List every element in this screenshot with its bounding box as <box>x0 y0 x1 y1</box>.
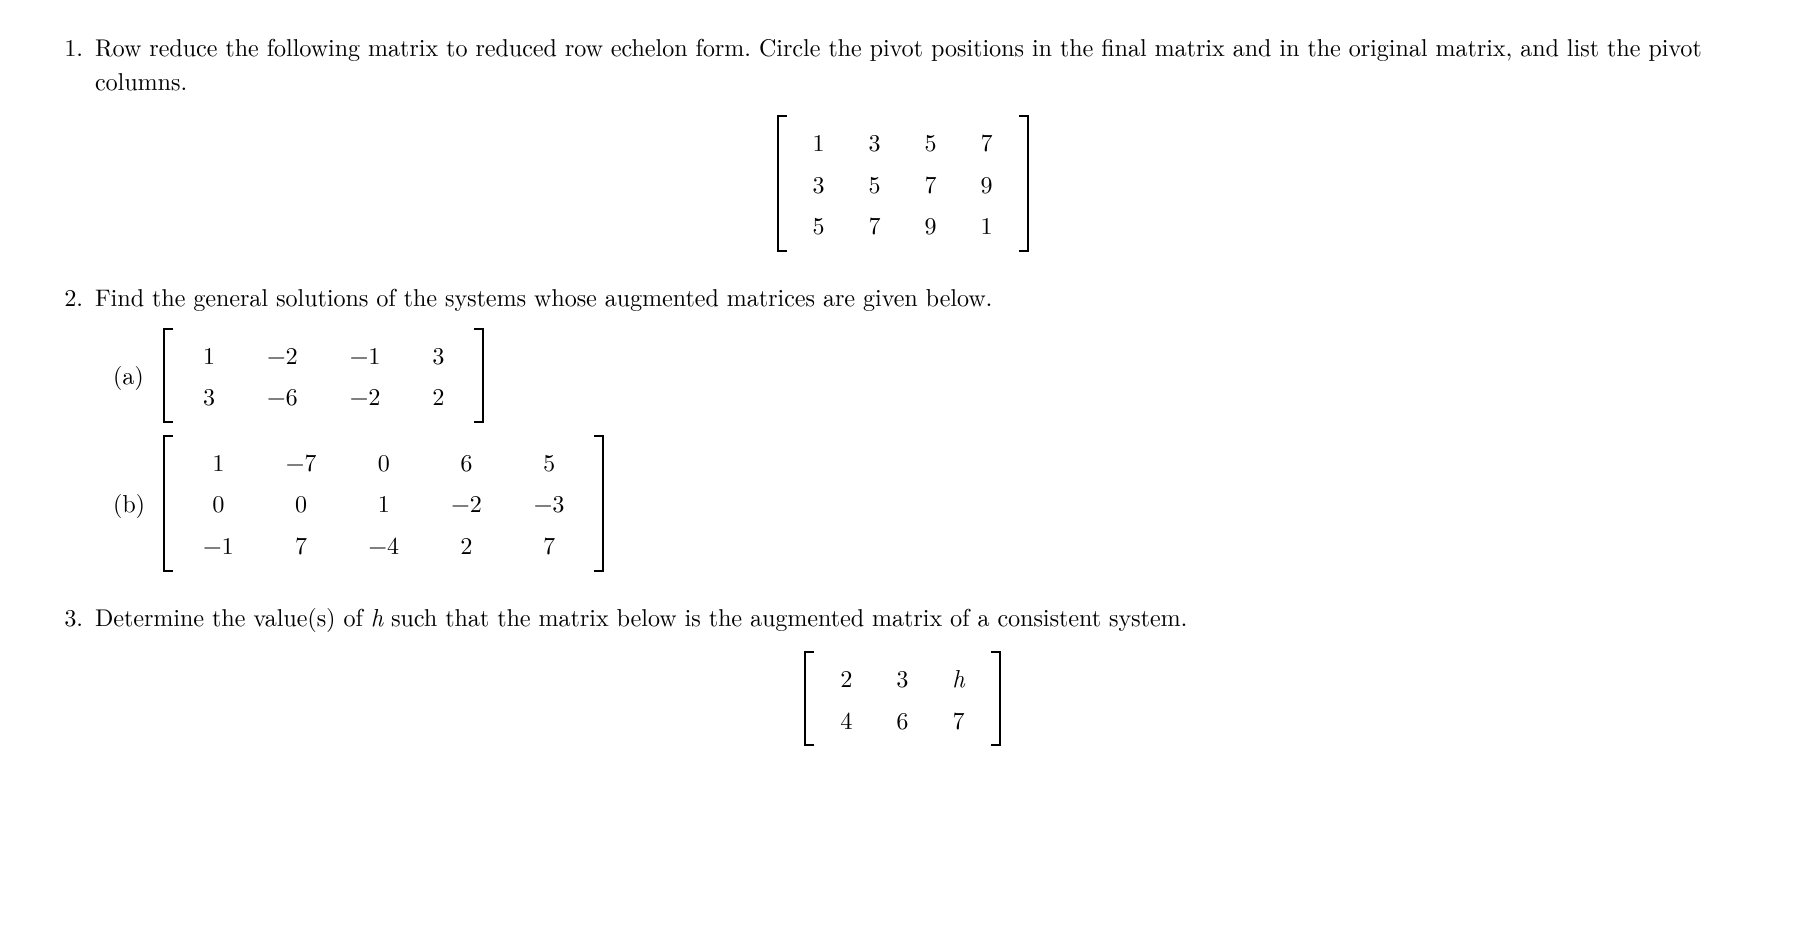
problem-3-text-pre: Determine the value(s) of <box>95 599 371 633</box>
matrix-cell: h <box>930 657 986 699</box>
subpart-b-label: (b) <box>113 486 163 520</box>
subpart-b: (b) 1 −7 0 6 5 0 0 1 −2 <box>68 435 1755 572</box>
matrix-row: 4 6 7 <box>818 699 986 741</box>
problem-2-header: 2. Find the general solutions of the sys… <box>50 280 1755 314</box>
matrix-row: 5 7 9 1 <box>791 204 1015 246</box>
problem-3-text: Determine the value(s) of h such that th… <box>95 600 1755 634</box>
matrix-cell: −6 <box>241 375 324 417</box>
matrix-cell: 5 <box>791 204 847 246</box>
problem-3-matrix: 2 3 h 4 6 7 <box>804 651 1000 746</box>
matrix-cell: 1 <box>177 441 260 483</box>
matrix-cell: −2 <box>324 375 407 417</box>
matrix-cell: −2 <box>425 482 508 524</box>
bracket-right-icon <box>594 435 604 572</box>
problem-2-text: Find the general solutions of the system… <box>95 280 1755 314</box>
matrix-cell: 0 <box>177 482 260 524</box>
problem-3-header: 3. Determine the value(s) of h such that… <box>50 600 1755 634</box>
matrix-cell: 3 <box>791 163 847 205</box>
matrix-cell: 5 <box>508 441 591 483</box>
bracket-left-icon <box>804 651 814 746</box>
matrix-cell: 7 <box>930 699 986 741</box>
matrix-cell: 1 <box>959 204 1015 246</box>
matrix-row: −1 7 −4 2 7 <box>177 524 590 566</box>
subpart-a: (a) 1 −2 −1 3 3 −6 −2 2 <box>68 328 1755 423</box>
matrix-cell: 3 <box>847 121 903 163</box>
problem-2: 2. Find the general solutions of the sys… <box>50 280 1755 572</box>
matrix-row: 3 5 7 9 <box>791 163 1015 205</box>
matrix-body: 2 3 h 4 6 7 <box>814 651 990 746</box>
matrix-cell: 7 <box>508 524 591 566</box>
problem-3-matrix-container: 2 3 h 4 6 7 <box>50 651 1755 746</box>
problem-3-variable: h <box>371 599 383 633</box>
matrix-cell: 3 <box>406 334 470 376</box>
matrix-cell: −2 <box>241 334 324 376</box>
matrix-cell: 0 <box>342 441 425 483</box>
matrix-cell: 3 <box>874 657 930 699</box>
bracket-left-icon <box>777 115 787 252</box>
matrix-cell: 0 <box>260 482 343 524</box>
problem-1-matrix: 1 3 5 7 3 5 7 9 5 7 9 1 <box>777 115 1029 252</box>
matrix-cell: 5 <box>903 121 959 163</box>
matrix-cell: −3 <box>508 482 591 524</box>
bracket-left-icon <box>163 328 173 423</box>
problem-2-subparts: (a) 1 −2 −1 3 3 −6 −2 2 <box>50 328 1755 572</box>
matrix-cell: 6 <box>874 699 930 741</box>
matrix-cell: 4 <box>818 699 874 741</box>
matrix-cell: −4 <box>342 524 425 566</box>
problem-1-text: Row reduce the following matrix to reduc… <box>95 30 1755 97</box>
problem-1-matrix-container: 1 3 5 7 3 5 7 9 5 7 9 1 <box>50 115 1755 252</box>
matrix-cell: 7 <box>847 204 903 246</box>
matrix-cell: 2 <box>425 524 508 566</box>
matrix-cell: 9 <box>959 163 1015 205</box>
matrix-cell: 5 <box>847 163 903 205</box>
subpart-b-matrix: 1 −7 0 6 5 0 0 1 −2 −3 −1 <box>163 435 604 572</box>
subpart-a-matrix: 1 −2 −1 3 3 −6 −2 2 <box>163 328 484 423</box>
matrix-cell: 2 <box>818 657 874 699</box>
problem-2-number: 2. <box>50 280 95 314</box>
matrix-cell: 7 <box>903 163 959 205</box>
problem-3-text-post: such that the matrix below is the augmen… <box>383 599 1187 633</box>
matrix-row: 1 −2 −1 3 <box>177 334 470 376</box>
matrix-row: 2 3 h <box>818 657 986 699</box>
matrix-body: 1 −2 −1 3 3 −6 −2 2 <box>173 328 474 423</box>
matrix-cell: 1 <box>791 121 847 163</box>
bracket-right-icon <box>474 328 484 423</box>
matrix-cell: 2 <box>406 375 470 417</box>
matrix-body: 1 −7 0 6 5 0 0 1 −2 −3 −1 <box>173 435 594 572</box>
problem-3-number: 3. <box>50 600 95 634</box>
problem-1: 1. Row reduce the following matrix to re… <box>50 30 1755 252</box>
bracket-right-icon <box>1019 115 1029 252</box>
matrix-body: 1 3 5 7 3 5 7 9 5 7 9 1 <box>787 115 1019 252</box>
matrix-cell: 9 <box>903 204 959 246</box>
matrix-cell: −7 <box>260 441 343 483</box>
matrix-row: 1 3 5 7 <box>791 121 1015 163</box>
matrix-cell: 1 <box>342 482 425 524</box>
matrix-cell: −1 <box>177 524 260 566</box>
matrix-cell: 3 <box>177 375 241 417</box>
matrix-cell: 1 <box>177 334 241 376</box>
matrix-row: 0 0 1 −2 −3 <box>177 482 590 524</box>
bracket-right-icon <box>991 651 1001 746</box>
matrix-row: 3 −6 −2 2 <box>177 375 470 417</box>
matrix-cell: −1 <box>324 334 407 376</box>
matrix-cell: 6 <box>425 441 508 483</box>
problem-1-header: 1. Row reduce the following matrix to re… <box>50 30 1755 97</box>
matrix-cell: 7 <box>260 524 343 566</box>
problem-3: 3. Determine the value(s) of h such that… <box>50 600 1755 747</box>
matrix-cell: 7 <box>959 121 1015 163</box>
bracket-left-icon <box>163 435 173 572</box>
subpart-a-label: (a) <box>113 358 163 392</box>
problem-1-number: 1. <box>50 30 95 64</box>
matrix-row: 1 −7 0 6 5 <box>177 441 590 483</box>
